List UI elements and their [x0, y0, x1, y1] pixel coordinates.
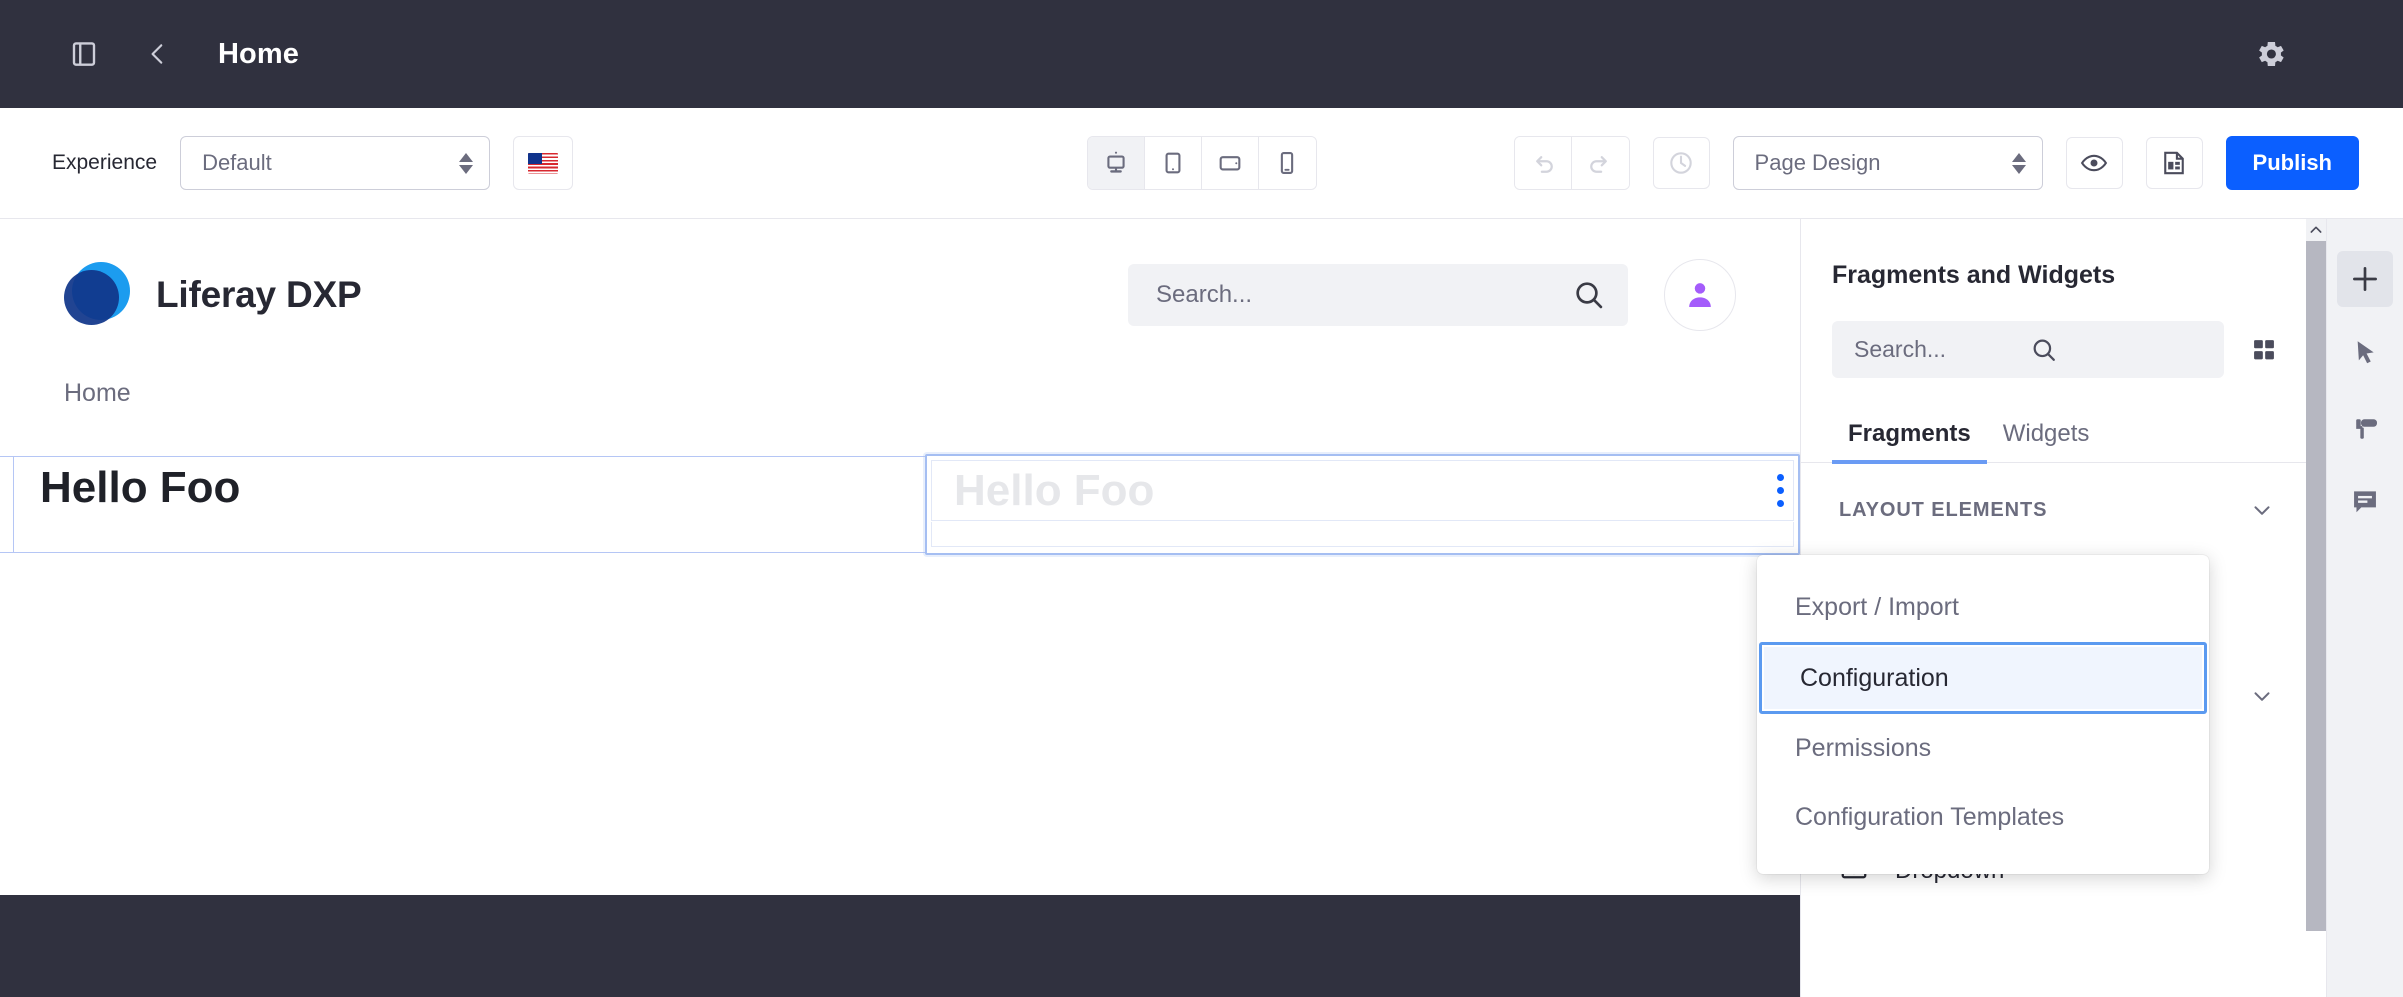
- scroll-up-icon[interactable]: [2306, 219, 2326, 241]
- fragment-sub-bar: [931, 522, 1794, 547]
- device-tablet-landscape-button[interactable]: [1201, 137, 1259, 189]
- sidebar-tabs: Fragments Widgets: [1801, 378, 2313, 464]
- tab-fragments-label: Fragments: [1848, 420, 1971, 447]
- top-bar-left-group: Home: [0, 32, 299, 76]
- fragment-heading-cell-2[interactable]: Hello Foo: [931, 460, 1794, 521]
- history-icon[interactable]: [1652, 137, 1710, 189]
- tab-widgets-label: Widgets: [2002, 420, 2090, 447]
- site-search-input[interactable]: Search...: [1128, 264, 1628, 326]
- page-title: Home: [218, 37, 299, 70]
- publish-button-label: Publish: [2252, 150, 2332, 175]
- sidebar-section-layout-elements[interactable]: LAYOUT ELEMENTS: [1801, 463, 2313, 523]
- chevron-updown-icon: [2011, 152, 2026, 174]
- menu-item-configuration[interactable]: Configuration: [1759, 642, 2207, 714]
- scrollbar-track[interactable]: [2306, 241, 2326, 997]
- menu-item-label: Permissions: [1795, 734, 1932, 762]
- chevron-down-icon[interactable]: [2249, 683, 2275, 709]
- gear-icon[interactable]: [2249, 32, 2293, 76]
- toolbar-left-group: Experience Default: [0, 136, 574, 190]
- chevron-updown-icon: [459, 152, 474, 174]
- search-icon[interactable]: [2030, 336, 2206, 364]
- fragment-selected-container[interactable]: Hello Foo: [925, 454, 1800, 555]
- site-search-placeholder: Search...: [1156, 281, 1253, 308]
- sidebar-scrollbar[interactable]: [2306, 219, 2326, 997]
- redo-icon[interactable]: [1571, 137, 1629, 189]
- liferay-logo-icon: [64, 262, 130, 328]
- menu-item-label: Export / Import: [1795, 593, 1959, 621]
- editor-tool-rail: [2326, 219, 2403, 997]
- user-avatar[interactable]: [1664, 259, 1736, 331]
- tab-fragments[interactable]: Fragments: [1832, 420, 1987, 464]
- toolbar-right-group: Page Design Publish: [1513, 136, 2403, 190]
- row-gutter: [0, 457, 14, 552]
- site-footer: [0, 895, 1800, 997]
- device-preview-group: [1086, 136, 1317, 190]
- grid-view-icon[interactable]: [2246, 332, 2282, 368]
- us-flag-icon: [528, 152, 559, 174]
- publish-button[interactable]: Publish: [2225, 136, 2359, 190]
- comment-icon[interactable]: [2337, 473, 2393, 529]
- sidebar-search-row: Search...: [1801, 290, 2313, 378]
- experience-label: Experience: [52, 151, 158, 174]
- sidebar-section-label: LAYOUT ELEMENTS: [1839, 498, 2048, 521]
- page-design-value: Page Design: [1754, 150, 1881, 175]
- menu-item-label: Configuration: [1800, 663, 1949, 692]
- sidebar-search-input[interactable]: Search...: [1832, 321, 2224, 378]
- editor-toolbar: Experience Default Page Design Publish: [0, 108, 2403, 219]
- top-bar-right-group: [2249, 32, 2403, 76]
- experience-select[interactable]: Default: [180, 136, 491, 190]
- menu-item-export-import[interactable]: Export / Import: [1757, 573, 2209, 642]
- back-button[interactable]: [136, 32, 180, 76]
- add-icon[interactable]: [2337, 251, 2393, 307]
- page-design-select[interactable]: Page Design: [1732, 136, 2043, 190]
- fragment-rows: Hello Foo Hello Foo: [0, 454, 1800, 555]
- page-template-icon[interactable]: [2145, 137, 2203, 189]
- app-top-bar: Home: [0, 0, 2403, 108]
- paint-roller-icon[interactable]: [2337, 399, 2393, 455]
- language-selector-button[interactable]: [513, 136, 574, 190]
- site-brand-name: Liferay DXP: [156, 274, 362, 315]
- site-navigation: Home: [0, 331, 1800, 408]
- menu-item-label: Configuration Templates: [1795, 803, 2065, 831]
- fragment-heading-1: Hello Foo: [40, 463, 241, 512]
- eye-icon[interactable]: [2065, 137, 2123, 189]
- menu-item-permissions[interactable]: Permissions: [1757, 714, 2209, 783]
- menu-item-configuration-templates[interactable]: Configuration Templates: [1757, 783, 2209, 852]
- fragment-options-kebab-icon[interactable]: [1777, 474, 1784, 507]
- device-desktop-button[interactable]: [1087, 137, 1145, 189]
- sidebar-title: Fragments and Widgets: [1832, 261, 2116, 289]
- fragment-heading-2: Hello Foo: [954, 465, 1155, 515]
- site-header: Liferay DXP Search...: [0, 219, 1800, 331]
- tab-widgets[interactable]: Widgets: [1987, 420, 2106, 462]
- experience-select-value: Default: [202, 150, 272, 175]
- device-tablet-button[interactable]: [1144, 137, 1202, 189]
- panel-toggle-icon[interactable]: [62, 32, 106, 76]
- page-canvas: Liferay DXP Search... Home Hello Foo Hel…: [0, 219, 1800, 997]
- cursor-icon[interactable]: [2337, 325, 2393, 381]
- chevron-down-icon[interactable]: [2249, 497, 2275, 523]
- scrollbar-thumb[interactable]: [2306, 241, 2326, 931]
- fragment-options-dropdown: Export / Import Configuration Permission…: [1757, 555, 2209, 874]
- undo-icon[interactable]: [1514, 137, 1572, 189]
- sidebar-search-placeholder: Search...: [1854, 336, 1947, 362]
- device-mobile-button[interactable]: [1258, 137, 1316, 189]
- search-icon[interactable]: [1572, 278, 1606, 312]
- nav-item-home[interactable]: Home: [64, 379, 131, 407]
